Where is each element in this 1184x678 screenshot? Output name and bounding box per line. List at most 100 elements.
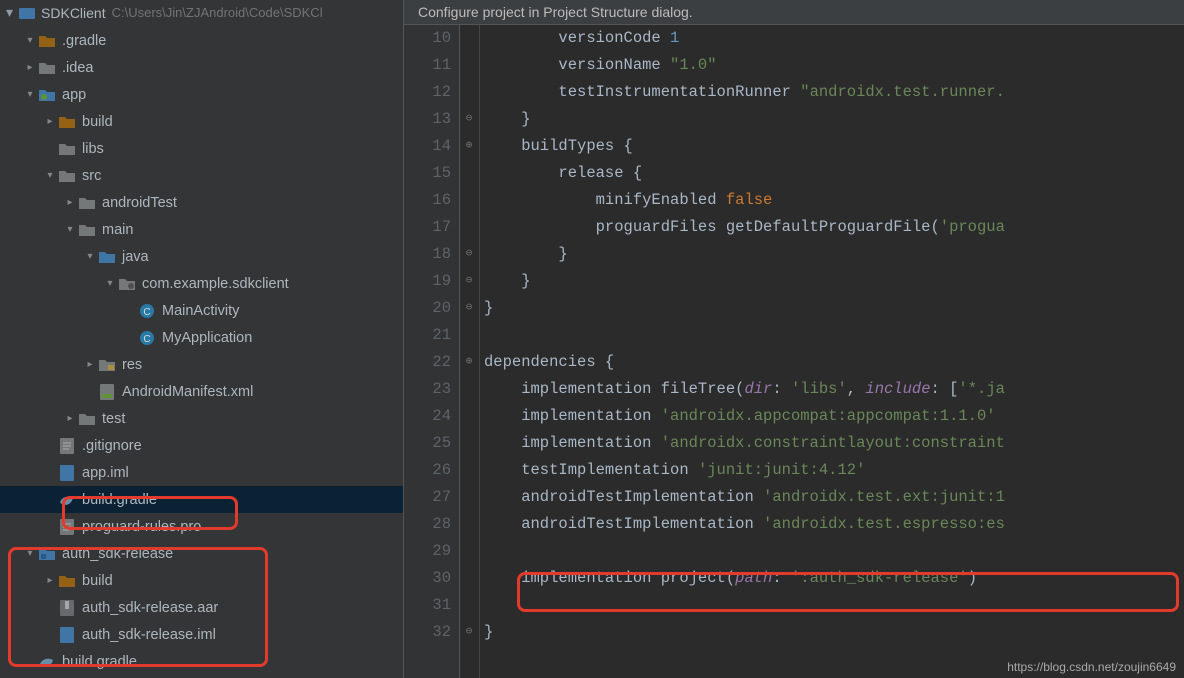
- line-number: 27: [416, 484, 451, 511]
- project-icon: [19, 6, 35, 20]
- code-line[interactable]: implementation 'androidx.constraintlayou…: [484, 430, 1184, 457]
- tree-item-label: .gradle: [62, 33, 106, 49]
- chevron-down-icon[interactable]: ▾: [62, 222, 78, 238]
- code-line[interactable]: versionName "1.0": [484, 52, 1184, 79]
- tree-item-build[interactable]: ▸build: [0, 567, 403, 594]
- tree-item-app[interactable]: ▾ app: [0, 81, 403, 108]
- code-line[interactable]: [484, 592, 1184, 619]
- project-root-header[interactable]: ▾ SDKClient C:\Users\Jin\ZJAndroid\Code\…: [0, 0, 403, 25]
- tree-item-label: .idea: [62, 60, 93, 76]
- tree-item-com-example-sdkclient[interactable]: ▾com.example.sdkclient: [0, 270, 403, 297]
- tree-item-proguard-rules-pro[interactable]: proguard-rules.pro: [0, 513, 403, 540]
- fold-marker-icon[interactable]: ⊕: [463, 140, 475, 152]
- chevron-right-icon[interactable]: ▸: [42, 114, 58, 130]
- tree-item-app-iml[interactable]: app.iml: [0, 459, 403, 486]
- code-line[interactable]: minifyEnabled false: [484, 187, 1184, 214]
- tree-item-androidtest[interactable]: ▸androidTest: [0, 189, 403, 216]
- tree-item-mainactivity[interactable]: C MainActivity: [0, 297, 403, 324]
- code-line[interactable]: }: [484, 268, 1184, 295]
- line-number: 15: [416, 160, 451, 187]
- tree-item-test[interactable]: ▸test: [0, 405, 403, 432]
- code-line[interactable]: [484, 322, 1184, 349]
- code-line[interactable]: }: [484, 106, 1184, 133]
- tree-item-myapplication[interactable]: CMyApplication: [0, 324, 403, 351]
- line-number: 14: [416, 133, 451, 160]
- configure-hint-bar[interactable]: Configure project in Project Structure d…: [404, 0, 1184, 25]
- code-line[interactable]: versionCode 1: [484, 25, 1184, 52]
- tree-item-auth-sdk-release-aar[interactable]: auth_sdk-release.aar: [0, 594, 403, 621]
- code-line[interactable]: release {: [484, 160, 1184, 187]
- svg-text:C: C: [143, 307, 150, 318]
- code-line[interactable]: testImplementation 'junit:junit:4.12': [484, 457, 1184, 484]
- code-line[interactable]: androidTestImplementation 'androidx.test…: [484, 484, 1184, 511]
- tree-item-main[interactable]: ▾ main: [0, 216, 403, 243]
- chevron-right-icon[interactable]: ▸: [42, 573, 58, 589]
- tree-item--gradle[interactable]: ▾ .gradle: [0, 27, 403, 54]
- tree-item-auth-sdk-release[interactable]: ▾auth_sdk-release: [0, 540, 403, 567]
- line-number: 22: [416, 349, 451, 376]
- tree-item-build-gradle[interactable]: build.gradle: [0, 486, 403, 513]
- fold-marker-icon[interactable]: ⊖: [463, 302, 475, 314]
- tree-item-libs[interactable]: libs: [0, 135, 403, 162]
- line-number: 13: [416, 106, 451, 133]
- tree-item-label: MainActivity: [162, 303, 239, 319]
- code-line[interactable]: testInstrumentationRunner "androidx.test…: [484, 79, 1184, 106]
- line-number: 12: [416, 79, 451, 106]
- code-line[interactable]: implementation project(path: ':auth_sdk-…: [484, 565, 1184, 592]
- chevron-right-icon[interactable]: ▸: [62, 195, 78, 211]
- tree-item-res[interactable]: ▸res: [0, 351, 403, 378]
- chevron-down-icon[interactable]: ▾: [102, 276, 118, 292]
- tree-item-build[interactable]: ▸build: [0, 108, 403, 135]
- chevron-down-icon[interactable]: ▾: [22, 87, 38, 103]
- line-number: 25: [416, 430, 451, 457]
- code-line[interactable]: [484, 538, 1184, 565]
- folder-orange-icon: [58, 114, 76, 130]
- code-line[interactable]: dependencies {: [484, 349, 1184, 376]
- watermark-text: https://blog.csdn.net/zoujin6649: [1007, 660, 1176, 674]
- chevron-right-icon[interactable]: ▸: [82, 357, 98, 373]
- folder-grey-icon: [38, 60, 56, 76]
- tree-item-auth-sdk-release-iml[interactable]: auth_sdk-release.iml: [0, 621, 403, 648]
- project-tree-panel[interactable]: ▾ SDKClient C:\Users\Jin\ZJAndroid\Code\…: [0, 0, 404, 678]
- folder-orange-icon: [58, 573, 76, 589]
- code-content[interactable]: versionCode 1 versionName "1.0" testInst…: [480, 25, 1184, 678]
- fold-column[interactable]: ⊖ ⊕ ⊖ ⊖ ⊖ ⊕ ⊖: [460, 25, 480, 678]
- arrow-spacer: [22, 654, 38, 670]
- code-line[interactable]: buildTypes {: [484, 133, 1184, 160]
- chevron-down-icon[interactable]: ▾: [22, 546, 38, 562]
- tree-item--gitignore[interactable]: .gitignore: [0, 432, 403, 459]
- fold-marker-icon[interactable]: ⊖: [463, 275, 475, 287]
- line-number: 23: [416, 376, 451, 403]
- line-number: 10: [416, 25, 451, 52]
- folder-blue-icon: [98, 249, 116, 265]
- tree-item-label: MyApplication: [162, 330, 252, 346]
- fold-marker-icon[interactable]: ⊖: [463, 248, 475, 260]
- line-number: 32: [416, 619, 451, 646]
- fold-marker-icon[interactable]: ⊖: [463, 626, 475, 638]
- tree-item-androidmanifest-xml[interactable]: AndroidManifest.xml: [0, 378, 403, 405]
- code-line[interactable]: implementation fileTree(dir: 'libs', inc…: [484, 376, 1184, 403]
- chevron-down-icon[interactable]: ▾: [22, 33, 38, 49]
- chevron-down-icon[interactable]: ▾: [42, 168, 58, 184]
- chevron-right-icon[interactable]: ▸: [22, 60, 38, 76]
- folder-grey-icon: [78, 195, 96, 211]
- tree-item-build-gradle[interactable]: build.gradle: [0, 648, 403, 675]
- code-line[interactable]: proguardFiles getDefaultProguardFile('pr…: [484, 214, 1184, 241]
- tree-item-label: .gitignore: [82, 438, 142, 454]
- module-blue-icon: [38, 546, 56, 562]
- fold-marker-icon[interactable]: ⊕: [463, 356, 475, 368]
- chevron-down-icon[interactable]: ▾: [82, 249, 98, 265]
- chevron-right-icon[interactable]: ▸: [62, 411, 78, 427]
- code-line[interactable]: implementation 'androidx.appcompat:appco…: [484, 403, 1184, 430]
- editor-pane[interactable]: Configure project in Project Structure d…: [404, 0, 1184, 678]
- fold-marker-icon[interactable]: ⊖: [463, 113, 475, 125]
- code-line[interactable]: androidTestImplementation 'androidx.test…: [484, 511, 1184, 538]
- tree-item-java[interactable]: ▾java: [0, 243, 403, 270]
- tree-item-label: main: [102, 222, 133, 238]
- code-line[interactable]: }: [484, 241, 1184, 268]
- tree-item-label: app: [62, 87, 86, 103]
- code-line[interactable]: }: [484, 295, 1184, 322]
- tree-item--idea[interactable]: ▸ .idea: [0, 54, 403, 81]
- code-line[interactable]: }: [484, 619, 1184, 646]
- tree-item-src[interactable]: ▾src: [0, 162, 403, 189]
